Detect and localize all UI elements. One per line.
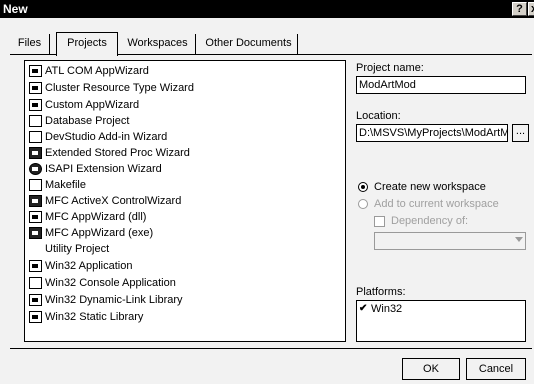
browse-button[interactable]: ... [512,124,529,142]
database-icon [29,114,42,127]
list-item-win32-application[interactable]: Win32 Application [29,258,132,273]
custom-wizard-icon [29,98,42,111]
mfc-dll-icon [29,210,42,223]
stored-proc-icon [29,146,42,159]
activex-icon [29,194,42,207]
cancel-button[interactable]: Cancel [466,358,526,380]
close-button[interactable]: x [528,2,534,16]
dependency-label: Dependency of: [391,215,469,227]
list-item-devstudio-add-in-wizard[interactable]: DevStudio Add-in Wizard [29,129,167,144]
platforms-list[interactable]: ✔ Win32 [356,300,526,342]
cluster-wizard-icon [29,81,42,94]
add-current-workspace-option[interactable]: Add to current workspace [358,198,499,210]
list-item-win32-console-application[interactable]: Win32 Console Application [29,275,176,290]
title-bar: New [0,0,534,18]
add-current-workspace-radio[interactable] [358,199,368,209]
dependency-option[interactable]: Dependency of: [374,215,468,227]
bottom-divider [10,348,532,349]
tab-projects[interactable]: Projects [56,32,118,56]
location-field[interactable]: D:\MSVS\MyProjects\ModArtM [356,124,508,142]
location-label: Location: [356,110,401,122]
project-name-field[interactable]: ModArtMod [356,76,526,94]
mfc-exe-icon [29,226,42,239]
chevron-down-icon [515,237,523,242]
window-title: New [3,2,28,16]
list-item-utility-project[interactable]: Utility Project [29,241,109,256]
list-item-custom-appwizard[interactable]: Custom AppWizard [29,97,139,112]
list-item-mfc-appwizard-exe[interactable]: MFC AppWizard (exe) [29,225,153,240]
makefile-icon [29,178,42,191]
dependency-select[interactable] [374,232,526,250]
list-item-mfc-appwizard-dll[interactable]: MFC AppWizard (dll) [29,209,146,224]
tab-workspaces[interactable]: Workspaces [120,34,196,54]
project-name-label: Project name: [356,62,424,74]
platform-item-win32[interactable]: ✔ Win32 [359,303,402,315]
tab-files[interactable]: Files [10,34,50,54]
dll-icon [29,293,42,306]
list-item-cluster-resource-type-wizard[interactable]: Cluster Resource Type Wizard [29,80,194,95]
atl-com-icon [29,64,42,77]
list-item-win32-dynamic-link-library[interactable]: Win32 Dynamic-Link Library [29,292,183,307]
tab-other-documents[interactable]: Other Documents [200,34,298,54]
add-current-workspace-label: Add to current workspace [374,198,499,210]
checkmark-icon: ✔ [359,303,368,314]
list-item-win32-static-library[interactable]: Win32 Static Library [29,309,143,324]
help-button[interactable]: ? [512,2,527,16]
project-type-list[interactable]: ATL COM AppWizard Cluster Resource Type … [24,60,346,342]
list-item-isapi-extension-wizard[interactable]: ISAPI Extension Wizard [29,161,162,176]
console-icon [29,276,42,289]
platforms-label: Platforms: [356,286,406,298]
ok-button[interactable]: OK [402,358,460,380]
add-in-icon [29,130,42,143]
create-new-workspace-label: Create new workspace [374,181,486,193]
dependency-checkbox[interactable] [374,215,385,227]
list-item-mfc-activex-controlwizard[interactable]: MFC ActiveX ControlWizard [29,193,181,208]
new-dialog: New ? x Files Projects Workspaces Other … [0,0,534,384]
create-new-workspace-option[interactable]: Create new workspace [358,181,486,193]
list-item-extended-stored-proc-wizard[interactable]: Extended Stored Proc Wizard [29,145,190,160]
list-item-makefile[interactable]: Makefile [29,177,86,192]
platform-label: Win32 [371,303,403,315]
win32-app-icon [29,259,42,272]
utility-icon [29,242,42,255]
create-new-workspace-radio[interactable] [358,182,368,192]
globe-icon [29,162,42,175]
list-item-atl-com-appwizard[interactable]: ATL COM AppWizard [29,63,149,78]
static-lib-icon [29,310,42,323]
list-item-database-project[interactable]: Database Project [29,113,129,128]
